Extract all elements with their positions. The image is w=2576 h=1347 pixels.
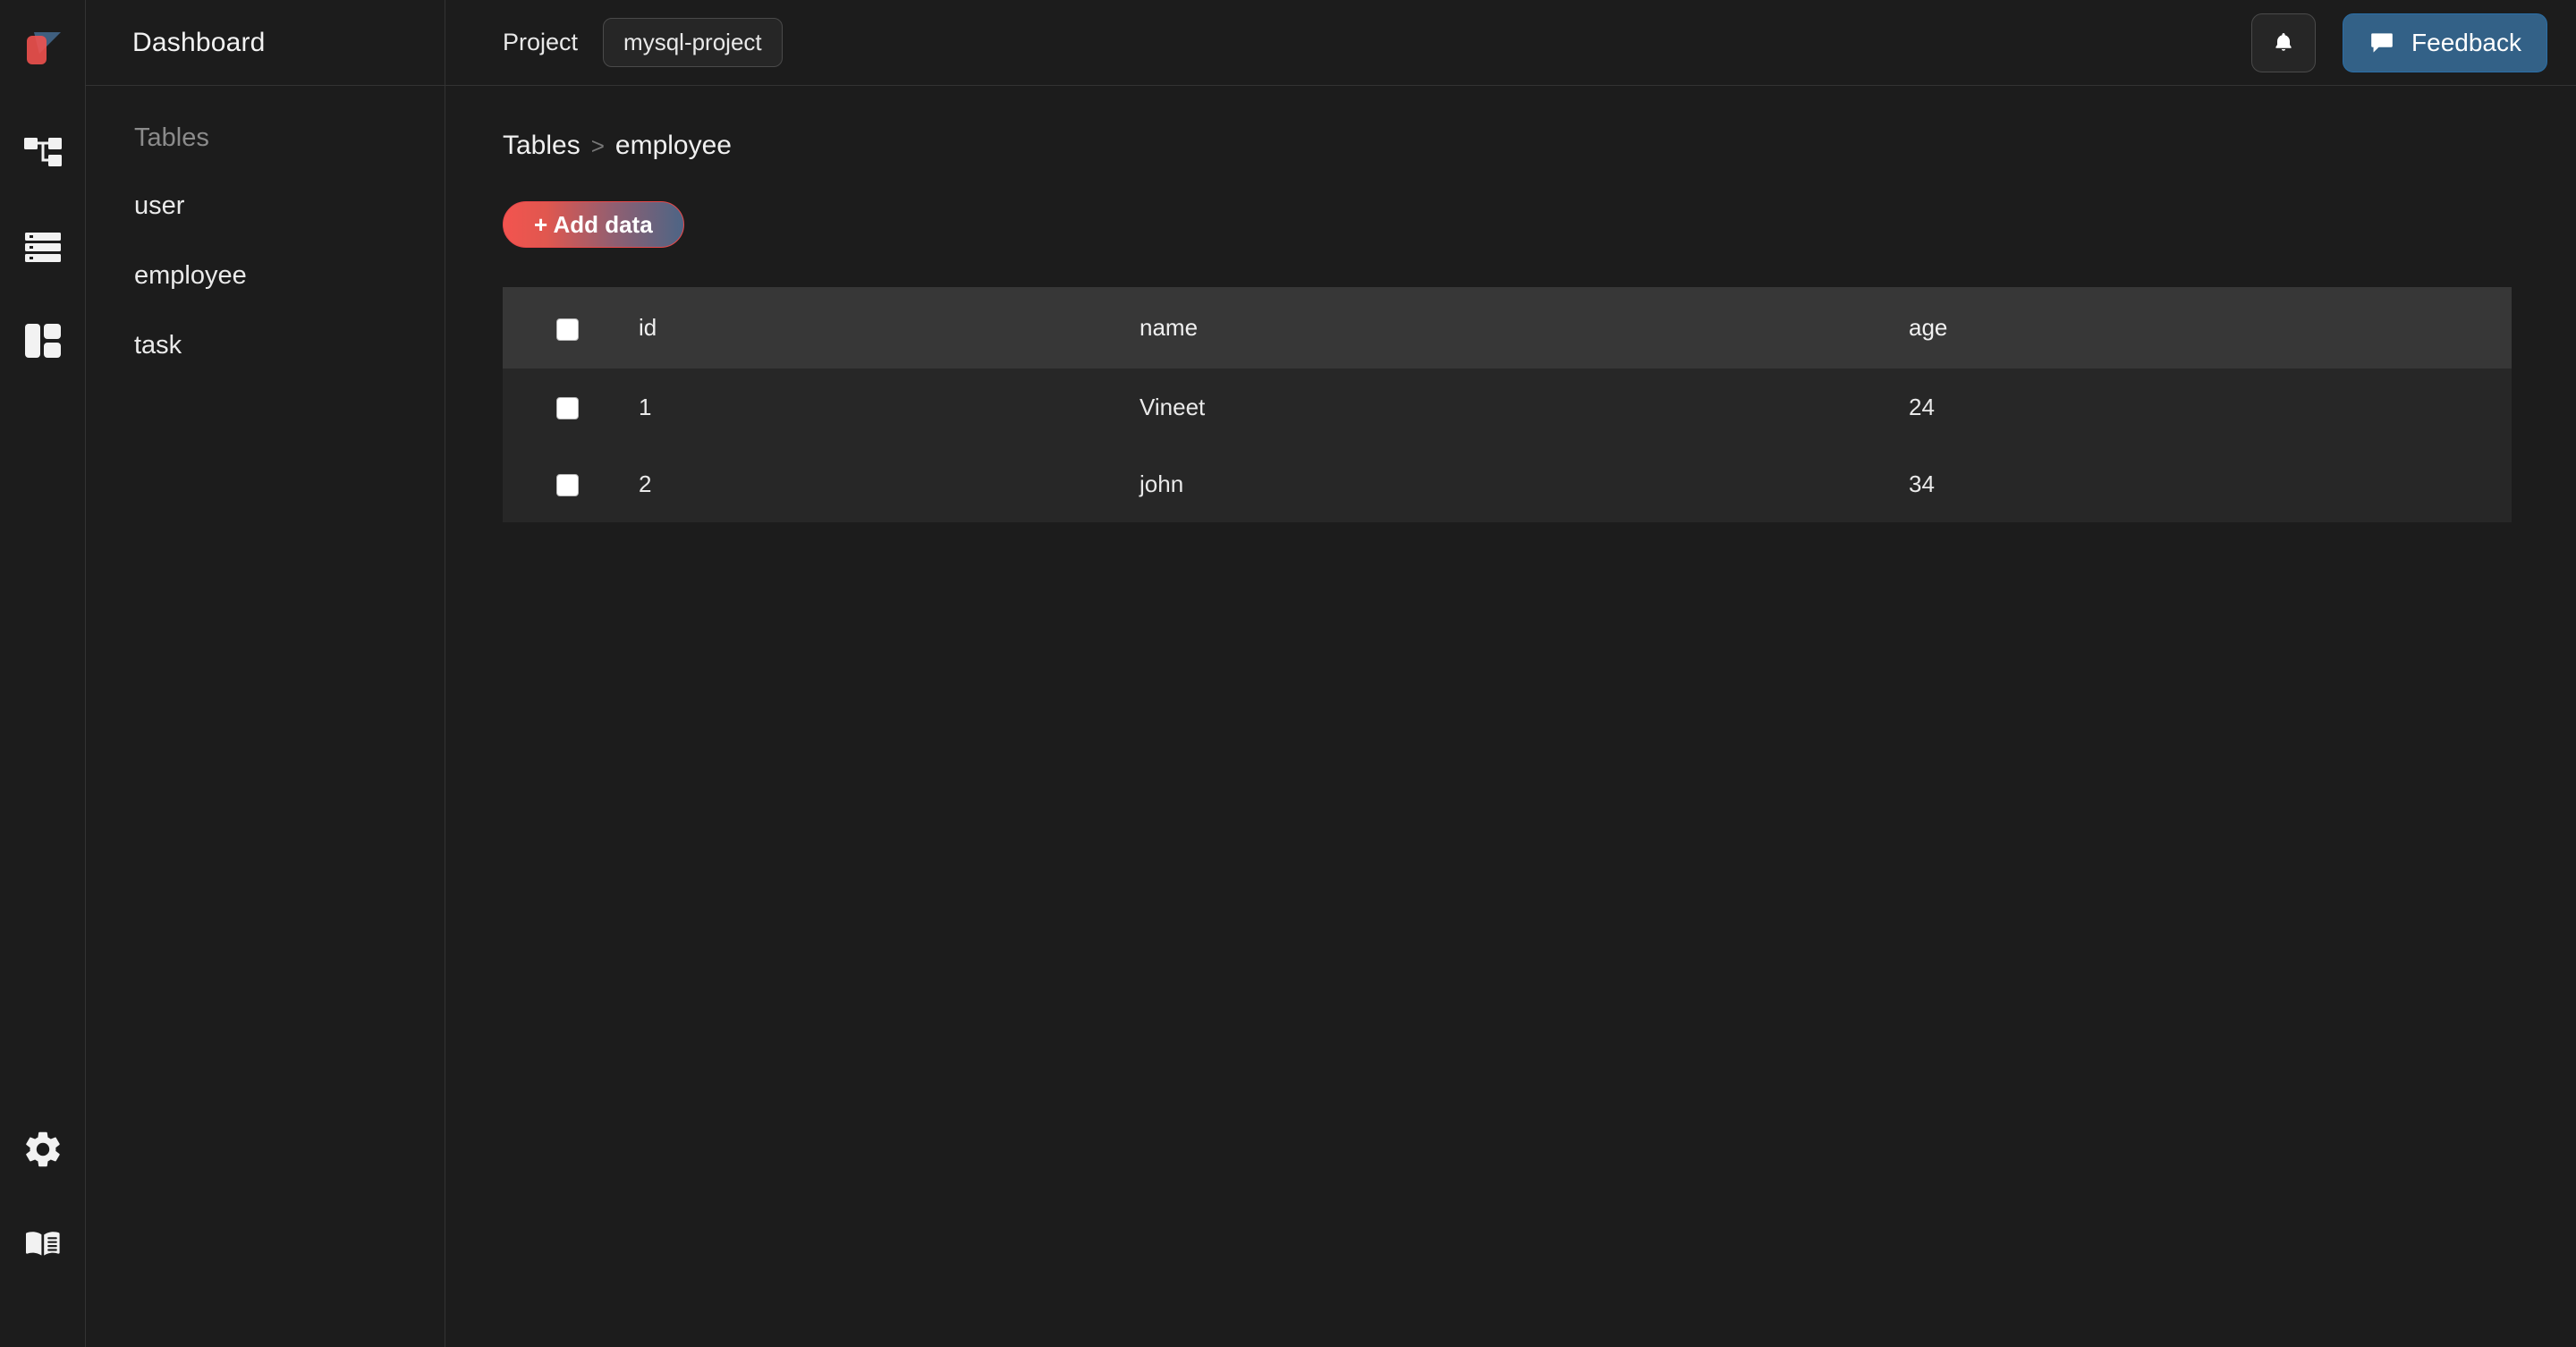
row-select-cell: [503, 369, 639, 445]
table-head: id name age: [503, 287, 2512, 369]
select-all-checkbox[interactable]: [556, 318, 579, 341]
notifications-button[interactable]: [2251, 13, 2317, 72]
settings-button[interactable]: [0, 1102, 86, 1197]
chat-bubble-icon: [2371, 32, 2393, 53]
icon-rail-nav: [0, 106, 86, 387]
top-bar-actions: Feedback: [2251, 13, 2547, 72]
row-checkbox[interactable]: [556, 474, 579, 497]
flag-logo-icon: [26, 32, 61, 64]
docs-button[interactable]: [0, 1197, 86, 1292]
column-header-id[interactable]: id: [639, 287, 1140, 369]
main-area: Project mysql-project Feedback Tables > …: [445, 0, 2576, 1347]
feedback-button[interactable]: Feedback: [2343, 13, 2547, 72]
column-header-name[interactable]: name: [1140, 287, 1909, 369]
layout-icon: [24, 323, 61, 358]
app-root: Dashboard Tables user employee task Proj…: [0, 0, 2576, 1347]
sidebar-item-user[interactable]: user: [86, 179, 445, 233]
tables-list: Tables user employee task: [86, 86, 445, 373]
breadcrumb-separator: >: [590, 132, 605, 159]
data-table: id name age 1 Vineet 24 2 john 34: [503, 287, 2512, 522]
app-logo[interactable]: [0, 0, 86, 86]
table-body: 1 Vineet 24 2 john 34: [503, 369, 2512, 522]
bell-icon: [2275, 32, 2292, 51]
page-title: Dashboard: [132, 27, 266, 57]
cell-id: 1: [639, 393, 652, 420]
cell-age: 24: [1909, 393, 1935, 420]
cell-name: john: [1140, 470, 1184, 497]
project-selector[interactable]: mysql-project: [603, 18, 783, 67]
breadcrumb: Tables > employee: [503, 131, 2576, 161]
panel-header: Dashboard: [86, 0, 445, 86]
column-header-age[interactable]: age: [1909, 287, 2512, 369]
schema-icon: [23, 137, 62, 166]
book-icon: [25, 1232, 60, 1256]
sidebar-item-schema[interactable]: [0, 106, 86, 199]
cell-age: 34: [1909, 470, 1935, 497]
data-table-wrapper: id name age 1 Vineet 24 2 john 34: [503, 287, 2512, 522]
breadcrumb-root[interactable]: Tables: [503, 131, 580, 161]
icon-rail-bottom: [0, 1102, 86, 1347]
add-data-button[interactable]: + Add data: [503, 201, 684, 248]
project-label: Project: [503, 29, 579, 55]
table-row[interactable]: 2 john 34: [503, 445, 2512, 522]
tables-panel: Dashboard Tables user employee task: [86, 0, 445, 1347]
sidebar-item-layout[interactable]: [0, 293, 86, 387]
tables-section-label: Tables: [134, 123, 209, 152]
icon-rail: [0, 0, 86, 1347]
cell-id: 2: [639, 470, 652, 497]
breadcrumb-current: employee: [614, 131, 732, 160]
project-selector-group: Project mysql-project: [503, 18, 783, 67]
cell-name: Vineet: [1140, 393, 1206, 420]
table-header-row: id name age: [503, 287, 2512, 369]
sidebar-item-database[interactable]: [0, 199, 86, 293]
row-select-cell: [503, 445, 639, 522]
sidebar-item-employee[interactable]: employee: [86, 249, 445, 303]
row-checkbox[interactable]: [556, 397, 579, 420]
top-bar: Project mysql-project Feedback: [445, 0, 2576, 86]
table-row[interactable]: 1 Vineet 24: [503, 369, 2512, 445]
content-area: Tables > employee + Add data id name age: [445, 86, 2576, 522]
database-icon: [24, 232, 61, 262]
sidebar-item-task[interactable]: task: [86, 318, 445, 373]
select-all-cell: [503, 287, 639, 369]
feedback-label: Feedback: [2411, 28, 2521, 56]
gear-icon: [25, 1131, 60, 1167]
